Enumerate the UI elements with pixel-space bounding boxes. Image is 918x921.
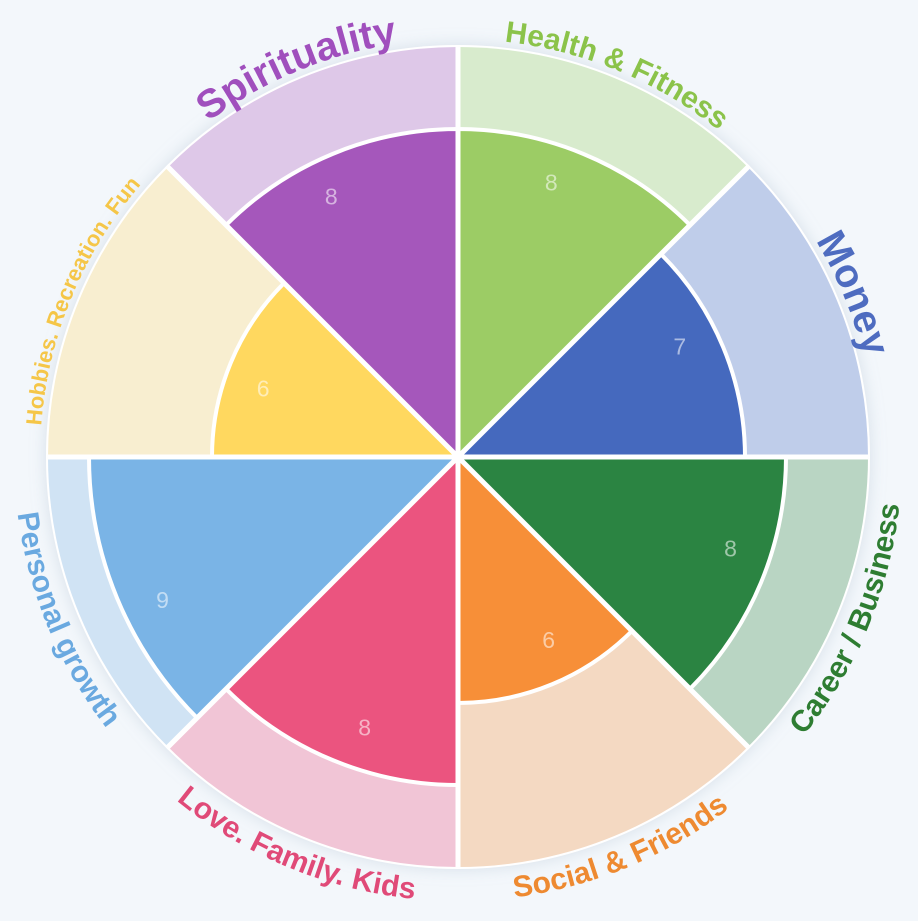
value-label-health-fitness: 8 <box>545 170 558 196</box>
value-label-love-family-kids: 8 <box>358 715 371 741</box>
value-label-spirituality: 8 <box>325 183 338 209</box>
value-label-social-friends: 6 <box>542 627 555 653</box>
divider-lines <box>46 45 870 869</box>
value-label-hobbies-recreation-fun: 6 <box>257 375 270 401</box>
wheel-svg: 87868968 Health & FitnessMoneyCareer / B… <box>11 9 907 906</box>
value-label-personal-growth: 9 <box>156 587 169 613</box>
value-label-money: 7 <box>673 333 686 359</box>
wheel-of-life-chart: 87868968 Health & Fitness Money Career / B… <box>0 0 918 916</box>
value-label-career-business: 8 <box>724 535 737 561</box>
